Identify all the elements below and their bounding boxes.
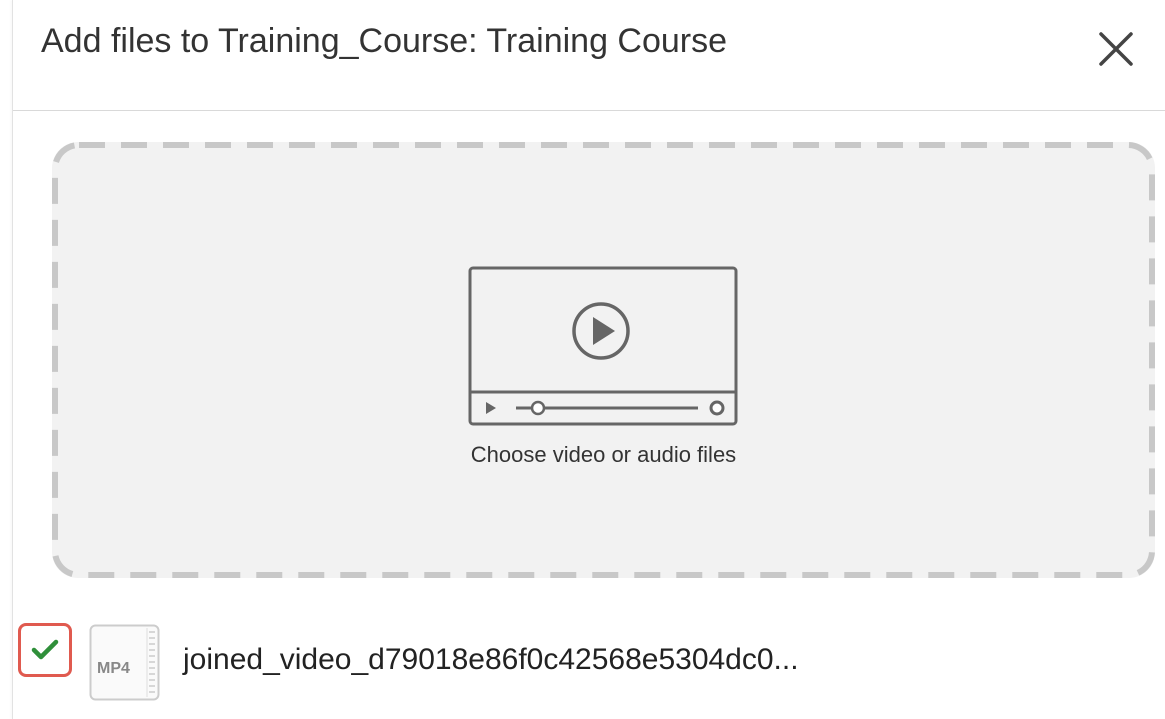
close-icon: [1099, 32, 1133, 66]
checkmark-icon: [31, 639, 59, 660]
dialog-title: Add files to Training_Course: Training C…: [41, 22, 728, 60]
add-files-dialog: Add files to Training_Course: Training C…: [12, 0, 1165, 719]
file-select-checkbox[interactable]: [18, 623, 72, 677]
file-name: joined_video_d79018e86f0c42568e5304dc0..…: [183, 643, 799, 676]
mp4-file-icon: MP4: [89, 624, 160, 701]
choose-files-label: Choose video or audio files: [470, 442, 737, 467]
video-player-icon: [468, 266, 738, 426]
file-list-item: MP4 joined_video_d79018e86f0c42568e5304d…: [13, 600, 1165, 710]
close-button[interactable]: [1093, 26, 1139, 72]
dialog-header: Add files to Training_Course: Training C…: [13, 0, 1165, 111]
file-dropzone[interactable]: Choose video or audio files: [52, 142, 1155, 578]
file-type-label: MP4: [97, 660, 130, 677]
